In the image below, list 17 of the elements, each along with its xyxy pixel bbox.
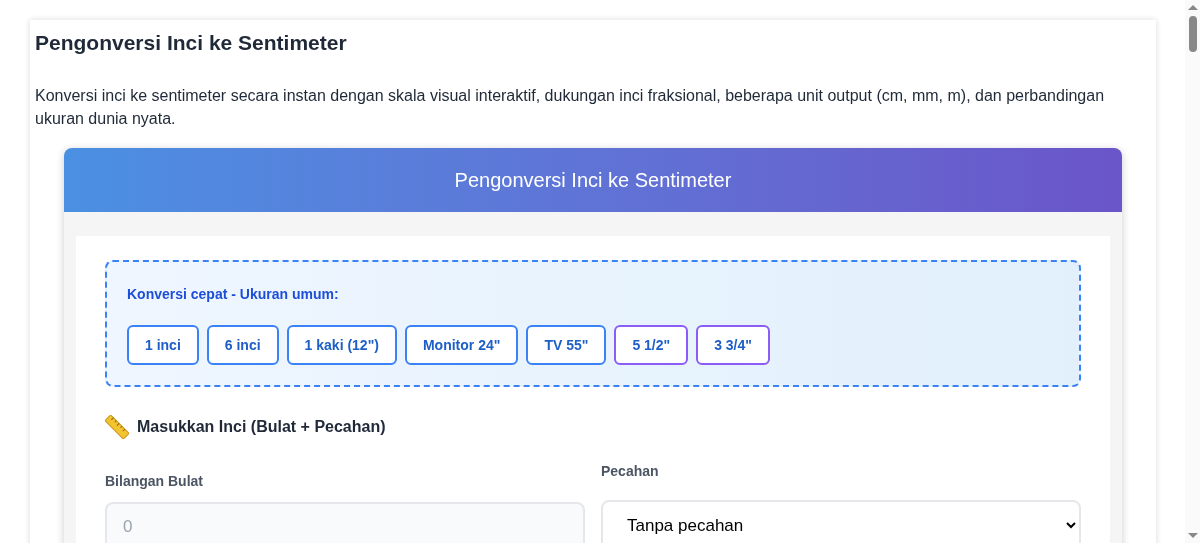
quick-size-button[interactable]: 1 kaki (12") [286,325,397,365]
quick-size-button[interactable]: 3 3/4" [696,325,770,365]
converter-header: Pengonversi Inci ke Sentimeter [64,148,1122,212]
quick-size-button[interactable]: 1 inci [127,325,199,365]
quick-size-button[interactable]: 6 inci [206,325,279,365]
quick-size-button[interactable]: Monitor 24" [404,325,519,365]
page-description: Konversi inci ke sentimeter secara instan dengan skala visual interaktif, dukungan inci fraksional, beberapa unit output (cm, mm, m), dan perbandingan ukuran dunia nyata. [35,86,1106,129]
scrollbar[interactable] [1185,0,1200,543]
field-label: Bilangan Bulat [105,472,204,491]
fraction-select[interactable]: Tanpa pecahan [601,500,1081,543]
input-heading: Masukkan Inci (Bulat + Pecahan) [137,417,386,437]
page-title: Pengonversi Inci ke Sentimeter [35,30,348,56]
quick-convert-label: Konversi cepat - Ukuran umum: [127,285,340,304]
whole-number-input[interactable]: 0 [105,502,585,543]
field-label: Pecahan [601,462,660,481]
quick-size-button[interactable]: 5 1/2" [614,325,689,365]
quick-size-button[interactable]: TV 55" [526,325,607,365]
